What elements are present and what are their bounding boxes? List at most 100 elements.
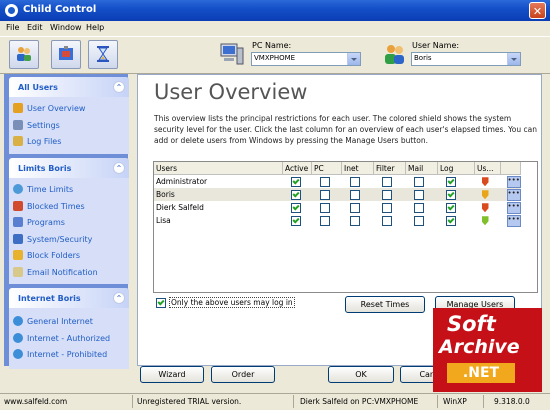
filter-checkbox[interactable] <box>381 202 392 213</box>
filter-checkbox[interactable] <box>381 189 392 200</box>
table-body: Administrator ••• Boris ••• Dierk Salfeld •••… <box>154 175 521 228</box>
menu-window[interactable]: Window <box>50 23 82 32</box>
checkbox-icon[interactable] <box>156 298 166 308</box>
mail-checkbox[interactable] <box>413 215 424 226</box>
column-header-users[interactable]: Users <box>154 162 283 175</box>
group-title: Internet Boris <box>18 294 81 303</box>
table-row[interactable]: Administrator ••• <box>154 175 521 189</box>
time-button[interactable] <box>88 40 118 69</box>
close-button[interactable]: ✕ <box>529 2 546 19</box>
sidebar-item-email-notification[interactable]: Email Notification <box>9 264 129 281</box>
pc-checkbox[interactable] <box>319 189 330 200</box>
sidebar-item-blocked-times[interactable]: Blocked Times <box>9 198 129 215</box>
collapse-icon[interactable]: ⌃ <box>113 162 125 174</box>
log-checkbox[interactable] <box>445 202 456 213</box>
page-title: User Overview <box>154 80 308 104</box>
menu-edit[interactable]: Edit <box>27 23 43 32</box>
task-pane: All Users ⌃ User Overview Settings Log F… <box>4 74 129 369</box>
active-checkbox[interactable] <box>290 202 301 213</box>
elapsed-times-button[interactable]: ••• <box>506 201 521 214</box>
group-header[interactable]: Limits Boris ⌃ <box>9 158 129 178</box>
user-table: Users Active PC Inet Filter Mail Log Us.… <box>153 161 538 293</box>
ok-button[interactable]: OK <box>328 366 394 383</box>
wizard-button[interactable]: Wizard <box>140 366 204 383</box>
users-icon <box>13 103 23 113</box>
sidebar-item-system-security[interactable]: System/Security <box>9 231 129 248</box>
column-header-filter[interactable]: Filter <box>373 162 406 175</box>
column-header-usage[interactable]: Us... <box>474 162 501 175</box>
column-header-log[interactable]: Log <box>437 162 475 175</box>
inet-checkbox[interactable] <box>349 202 360 213</box>
chevron-down-icon[interactable] <box>347 53 360 65</box>
table-row[interactable]: Boris ••• <box>154 188 521 201</box>
elapsed-times-button[interactable]: ••• <box>506 188 521 201</box>
group-header[interactable]: Internet Boris ⌃ <box>9 288 129 308</box>
active-checkbox[interactable] <box>290 176 301 187</box>
collapse-icon[interactable]: ⌃ <box>113 81 125 93</box>
group-header[interactable]: All Users ⌃ <box>9 77 129 97</box>
group-limits: Limits Boris ⌃ Time Limits Blocked Times… <box>9 158 129 284</box>
pc-name-select[interactable]: VMXPHOME <box>251 52 361 66</box>
elapsed-times-button[interactable]: ••• <box>506 175 521 188</box>
user-name-cell: Lisa <box>156 216 171 225</box>
table-row[interactable]: Dierk Salfeld ••• <box>154 201 521 214</box>
menu-file[interactable]: File <box>6 23 19 32</box>
app-window: Child Control ✕ File Edit Window Help PC… <box>0 0 550 410</box>
mail-checkbox[interactable] <box>413 189 424 200</box>
pc-checkbox[interactable] <box>319 215 330 226</box>
reset-times-button[interactable]: Reset Times <box>345 296 425 313</box>
column-header-pc[interactable]: PC <box>311 162 342 175</box>
sidebar-item-settings[interactable]: Settings <box>9 117 129 134</box>
active-checkbox[interactable] <box>290 189 301 200</box>
log-checkbox[interactable] <box>445 189 456 200</box>
security-shield-icon <box>481 190 489 200</box>
group-title: Limits Boris <box>18 164 72 173</box>
chevron-down-icon[interactable] <box>507 53 520 65</box>
security-icon <box>13 233 23 244</box>
inet-checkbox[interactable] <box>349 215 360 226</box>
filter-checkbox[interactable] <box>381 215 392 226</box>
inet-checkbox[interactable] <box>349 189 360 200</box>
table-row[interactable]: Lisa ••• <box>154 214 521 227</box>
user-name-value: Boris <box>414 54 432 62</box>
sidebar-item-block-folders[interactable]: Block Folders <box>9 247 129 264</box>
column-header-active[interactable]: Active <box>282 162 312 175</box>
collapse-icon[interactable]: ⌃ <box>113 292 125 304</box>
sidebar-item-log-files[interactable]: Log Files <box>9 133 129 150</box>
inet-checkbox[interactable] <box>349 176 360 187</box>
elapsed-times-button[interactable]: ••• <box>506 214 521 227</box>
sidebar-item-internet-prohibited[interactable]: Internet - Prohibited <box>9 346 129 363</box>
log-checkbox[interactable] <box>445 176 456 187</box>
mail-checkbox[interactable] <box>413 176 424 187</box>
log-checkbox[interactable] <box>445 215 456 226</box>
pc-checkbox[interactable] <box>319 176 330 187</box>
order-button[interactable]: Order <box>211 366 275 383</box>
users-button[interactable] <box>9 40 39 69</box>
pc-icon <box>220 43 244 65</box>
menu-help[interactable]: Help <box>86 23 104 32</box>
table-header: Users Active PC Inet Filter Mail Log Us.… <box>154 162 521 175</box>
pc-name-value: VMXPHOME <box>254 54 296 62</box>
user-name-select[interactable]: Boris <box>411 52 521 66</box>
sidebar-item-internet-authorized[interactable]: Internet - Authorized <box>9 330 129 347</box>
sidebar-item-user-overview[interactable]: User Overview <box>9 100 129 117</box>
hourglass-icon <box>97 46 109 62</box>
mail-checkbox[interactable] <box>413 202 424 213</box>
blocked-times-icon <box>13 200 23 211</box>
user-name-cell: Boris <box>154 188 283 201</box>
title-bar[interactable]: Child Control ✕ <box>0 0 550 21</box>
sidebar-item-time-limits[interactable]: Time Limits <box>9 181 129 198</box>
menu-bar: File Edit Window Help <box>0 21 550 36</box>
sidebar-item-general-internet[interactable]: General Internet <box>9 313 129 330</box>
filter-checkbox[interactable] <box>381 176 392 187</box>
user-group-icon <box>385 45 404 64</box>
active-checkbox[interactable] <box>290 215 301 226</box>
only-listed-users-checkbox[interactable]: Only the above users may log in <box>156 297 295 308</box>
status-site: www.salfeld.com <box>4 397 68 406</box>
page-description: This overview lists the principal restri… <box>154 114 537 145</box>
device-settings-button[interactable] <box>51 40 81 69</box>
pc-checkbox[interactable] <box>319 202 330 213</box>
column-header-inet[interactable]: Inet <box>341 162 374 175</box>
column-header-mail[interactable]: Mail <box>405 162 438 175</box>
sidebar-item-programs[interactable]: Programs <box>9 214 129 231</box>
